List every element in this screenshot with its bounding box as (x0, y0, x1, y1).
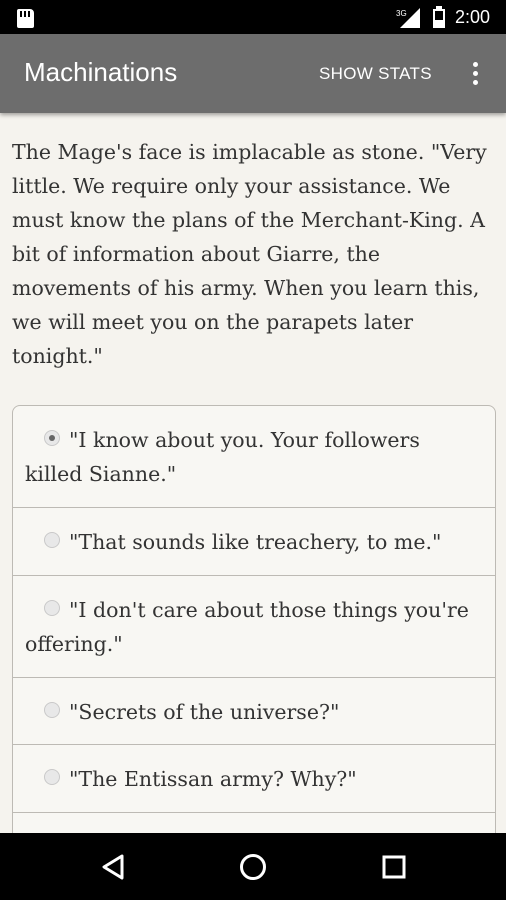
app-bar: Machinations SHOW STATS (0, 34, 506, 113)
svg-text:3G: 3G (396, 9, 407, 18)
signal-icon: 3G (396, 8, 420, 28)
scene-content[interactable]: The Mage's face is implacable as stone. … (0, 113, 506, 833)
choice-label: "That sounds like treachery, to me." (69, 530, 442, 554)
choice-item[interactable]: "I know about you. Your followers killed… (13, 406, 495, 508)
sd-card-icon (17, 9, 34, 28)
home-icon[interactable] (239, 853, 267, 881)
recents-icon[interactable] (382, 855, 406, 879)
story-text: The Mage's face is implacable as stone. … (12, 140, 487, 368)
choice-label: "Secrets of the universe?" (69, 700, 340, 724)
choice-item[interactable]: "Secrets of the universe?" (13, 678, 495, 745)
choice-label: "The Entissan army? Why?" (69, 767, 357, 791)
show-stats-button[interactable]: SHOW STATS (319, 64, 432, 84)
navigation-bar (0, 833, 506, 900)
radio-button[interactable] (44, 769, 60, 785)
choice-label: "I don't care about those things you're … (25, 598, 469, 656)
back-icon[interactable] (101, 854, 125, 880)
choice-item[interactable]: "The Entissan army? Why?" (13, 745, 495, 813)
choice-item[interactable]: "I don't care about those things you're … (13, 576, 495, 678)
status-clock: 2:00 (455, 7, 491, 27)
overflow-menu-icon[interactable] (468, 62, 482, 88)
choice-label: "I know about you. Your followers killed… (25, 428, 420, 486)
radio-button[interactable] (44, 600, 60, 616)
app-title: Machinations (24, 57, 178, 87)
radio-button[interactable] (44, 702, 60, 718)
choice-item[interactable]: "That sounds like treachery, to me." (13, 508, 495, 576)
choice-list: "I know about you. Your followers killed… (12, 405, 496, 833)
status-bar: 3G 2:00 (0, 0, 506, 34)
battery-icon (433, 6, 445, 28)
radio-button[interactable] (44, 532, 60, 548)
radio-button-selected[interactable] (44, 430, 60, 446)
